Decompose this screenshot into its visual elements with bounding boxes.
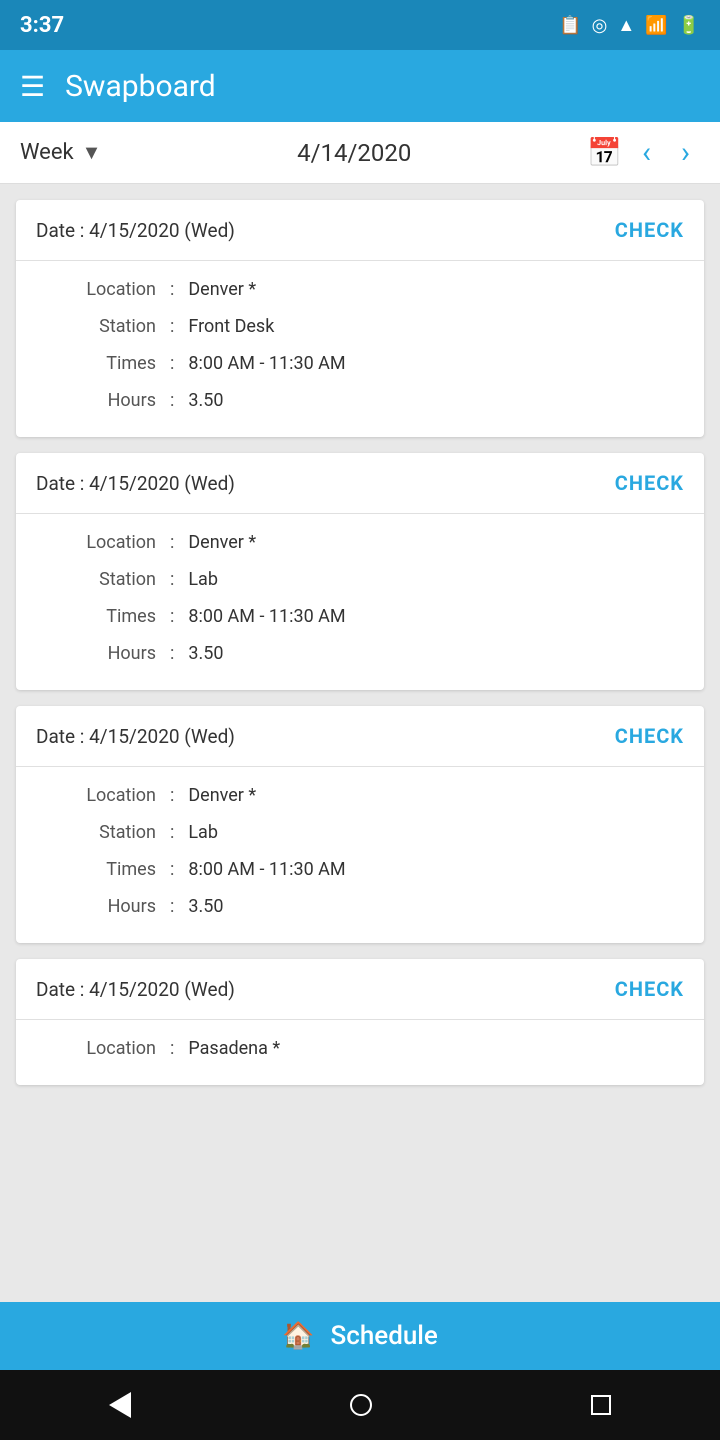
hours-label: Hours [46, 896, 156, 917]
clipboard-icon: 📋 [559, 15, 581, 36]
shift-date: Date : 4/15/2020 (Wed) [36, 978, 235, 1001]
station-value: Lab [188, 569, 218, 590]
shift-date: Date : 4/15/2020 (Wed) [36, 472, 235, 495]
date-display: 4/14/2020 [131, 139, 577, 167]
week-bar: Week ▼ 4/14/2020 📅 ‹ › [0, 122, 720, 184]
detail-row-hours: Hours : 3.50 [46, 635, 674, 672]
detail-row-times: Times : 8:00 AM - 11:30 AM [46, 598, 674, 635]
station-label: Station [46, 569, 156, 590]
back-button[interactable] [109, 1392, 131, 1418]
separator: : [170, 279, 174, 300]
station-value: Front Desk [188, 316, 274, 337]
bottom-bar[interactable]: 🏠 Schedule [0, 1302, 720, 1370]
shift-details: Location : Pasadena * [16, 1020, 704, 1085]
times-label: Times [46, 353, 156, 374]
times-label: Times [46, 606, 156, 627]
status-bar: 3:37 📋 ◎ ▲ 📶 🔋 [0, 0, 720, 50]
location-label: Location [46, 1038, 156, 1059]
detail-row-station: Station : Front Desk [46, 308, 674, 345]
main-content: Date : 4/15/2020 (Wed) CHECK Location : … [0, 184, 720, 1302]
check-button[interactable]: CHECK [615, 724, 684, 748]
separator: : [170, 606, 174, 627]
shift-date: Date : 4/15/2020 (Wed) [36, 725, 235, 748]
separator: : [170, 822, 174, 843]
location-label: Location [46, 532, 156, 553]
location-value: Denver * [188, 785, 256, 806]
week-selector[interactable]: Week ▼ [20, 140, 101, 165]
separator: : [170, 1038, 174, 1059]
times-value: 8:00 AM - 11:30 AM [188, 859, 345, 880]
next-arrow-button[interactable]: › [671, 135, 700, 170]
station-label: Station [46, 316, 156, 337]
detail-row-station: Station : Lab [46, 814, 674, 851]
at-icon: ◎ [592, 15, 608, 36]
location-value: Pasadena * [188, 1038, 280, 1059]
separator: : [170, 316, 174, 337]
separator: : [170, 390, 174, 411]
separator: : [170, 785, 174, 806]
week-chevron-icon[interactable]: ▼ [82, 140, 102, 165]
schedule-icon: 🏠 [282, 1321, 314, 1351]
detail-row-hours: Hours : 3.50 [46, 382, 674, 419]
times-value: 8:00 AM - 11:30 AM [188, 606, 345, 627]
shift-header: Date : 4/15/2020 (Wed) CHECK [16, 453, 704, 514]
menu-icon[interactable]: ☰ [20, 70, 45, 103]
times-label: Times [46, 859, 156, 880]
shift-header: Date : 4/15/2020 (Wed) CHECK [16, 706, 704, 767]
separator: : [170, 569, 174, 590]
schedule-label: Schedule [331, 1321, 438, 1351]
hours-value: 3.50 [188, 896, 223, 917]
location-value: Denver * [188, 532, 256, 553]
status-time: 3:37 [20, 13, 64, 38]
prev-arrow-button[interactable]: ‹ [632, 135, 661, 170]
check-button[interactable]: CHECK [615, 471, 684, 495]
nav-bar [0, 1370, 720, 1440]
detail-row-station: Station : Lab [46, 561, 674, 598]
detail-row-times: Times : 8:00 AM - 11:30 AM [46, 851, 674, 888]
check-button[interactable]: CHECK [615, 218, 684, 242]
detail-row-location: Location : Denver * [46, 777, 674, 814]
shift-header: Date : 4/15/2020 (Wed) CHECK [16, 200, 704, 261]
hours-label: Hours [46, 390, 156, 411]
separator: : [170, 532, 174, 553]
wifi-icon: ▲ [617, 15, 635, 36]
shift-date: Date : 4/15/2020 (Wed) [36, 219, 235, 242]
separator: : [170, 353, 174, 374]
station-value: Lab [188, 822, 218, 843]
detail-row-location: Location : Denver * [46, 524, 674, 561]
status-icons: 📋 ◎ ▲ 📶 🔋 [559, 15, 700, 36]
location-value: Denver * [188, 279, 256, 300]
separator: : [170, 643, 174, 664]
top-bar: ☰ Swapboard [0, 50, 720, 122]
check-button[interactable]: CHECK [615, 977, 684, 1001]
recents-button[interactable] [591, 1395, 611, 1415]
location-label: Location [46, 279, 156, 300]
station-label: Station [46, 822, 156, 843]
separator: : [170, 896, 174, 917]
shift-header: Date : 4/15/2020 (Wed) CHECK [16, 959, 704, 1020]
separator: : [170, 859, 174, 880]
times-value: 8:00 AM - 11:30 AM [188, 353, 345, 374]
home-button[interactable] [350, 1394, 372, 1416]
week-label: Week [20, 140, 74, 165]
location-label: Location [46, 785, 156, 806]
hours-value: 3.50 [188, 643, 223, 664]
signal-icon: 📶 [645, 15, 667, 36]
page-title: Swapboard [65, 69, 700, 104]
calendar-icon[interactable]: 📅 [587, 136, 622, 169]
detail-row-location: Location : Pasadena * [46, 1030, 674, 1067]
shift-details: Location : Denver * Station : Lab Times … [16, 767, 704, 943]
shift-card: Date : 4/15/2020 (Wed) CHECK Location : … [16, 453, 704, 690]
shift-details: Location : Denver * Station : Lab Times … [16, 514, 704, 690]
shift-card: Date : 4/15/2020 (Wed) CHECK Location : … [16, 706, 704, 943]
detail-row-times: Times : 8:00 AM - 11:30 AM [46, 345, 674, 382]
shift-details: Location : Denver * Station : Front Desk… [16, 261, 704, 437]
battery-icon: 🔋 [678, 15, 700, 36]
hours-value: 3.50 [188, 390, 223, 411]
shift-card: Date : 4/15/2020 (Wed) CHECK Location : … [16, 200, 704, 437]
hours-label: Hours [46, 643, 156, 664]
shift-card: Date : 4/15/2020 (Wed) CHECK Location : … [16, 959, 704, 1085]
detail-row-location: Location : Denver * [46, 271, 674, 308]
detail-row-hours: Hours : 3.50 [46, 888, 674, 925]
